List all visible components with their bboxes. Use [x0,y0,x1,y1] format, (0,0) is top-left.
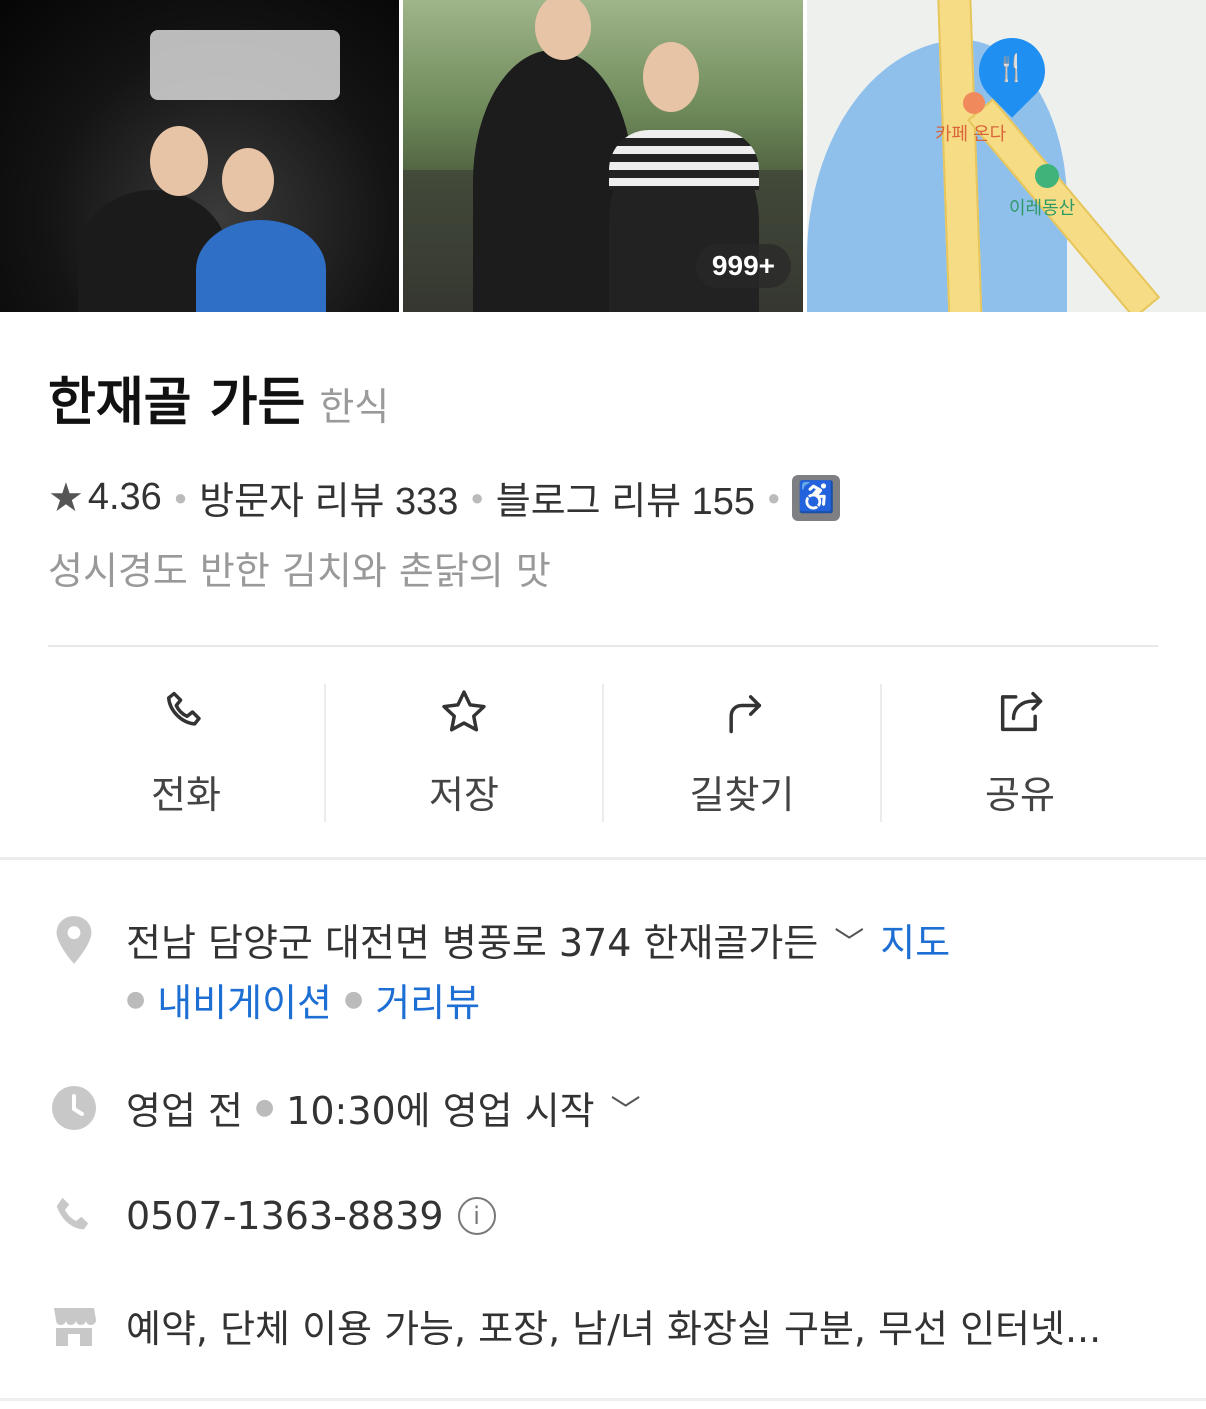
info-icon[interactable]: i [457,1197,496,1235]
place-name: 한재골 가든 [48,373,306,433]
directions-arrow-icon [729,695,762,734]
wheelchair-icon: ♿ [792,474,841,521]
place-category: 한식 [319,385,390,429]
blog-reviews-link[interactable]: 블로그 리뷰 155 [496,470,755,525]
phone-icon [166,691,201,726]
street-view-link[interactable]: 거리뷰 [375,972,480,1027]
separator-dot: ● [173,484,188,510]
person-4-head [643,42,699,112]
separator-dot: ● [344,987,364,1012]
star-icon: ★ [48,475,84,520]
directions-label: 길찾기 [689,773,795,817]
save-label: 저장 [429,773,499,817]
location-pin-icon [48,914,100,966]
photo-strip[interactable]: 999+ 카페 온다 이레동산 🍴 [0,0,1206,312]
photo-2[interactable]: 999+ [403,0,803,312]
share-label: 공유 [985,773,1055,817]
rating-value: 4.36 [87,476,162,518]
chevron-down-icon[interactable]: ﹀ [611,1086,641,1130]
separator-dot: ● [126,987,146,1012]
phone-number[interactable]: 0507-1363-8839 [126,1194,444,1238]
cafe-marker-icon [963,92,985,114]
map-thumbnail[interactable]: 카페 온다 이레동산 🍴 [807,0,1206,312]
call-label: 전화 [151,773,221,817]
tagline: 성시경도 반한 김치와 촌닭의 맛 [48,549,551,593]
hours-detail: 10:30에 영업 시작 [286,1089,595,1133]
star-outline-icon [442,690,486,732]
person-2 [196,220,326,312]
store-icon [48,1300,100,1352]
phone-icon [48,1190,100,1242]
hours-status: 영업 전 [126,1089,243,1133]
meta-row: ★ 4.36 ● 방문자 리뷰 333 ● 블로그 리뷰 155 ● ♿ [48,470,841,525]
address-text: 전남 담양군 대전면 병풍로 374 한재골가든 [126,921,819,965]
visitor-reviews-link[interactable]: 방문자 리뷰 333 [199,470,458,525]
person-2-head [222,148,274,212]
truck-shape [150,30,340,100]
action-bar: 전화 저장 길찾기 공유 [48,684,1158,822]
person-1-head [150,126,208,196]
person-3-head [535,0,591,60]
share-icon [1000,691,1043,732]
separator-dot: ● [767,484,781,510]
share-button[interactable]: 공유 [882,684,1158,822]
navigation-link[interactable]: 내비게이션 [157,972,332,1027]
save-button[interactable]: 저장 [326,684,604,822]
stripes-shape [609,130,759,190]
chevron-down-icon[interactable]: ﹀ [834,918,864,962]
bottom-divider [0,1398,1206,1401]
amenities-text: 예약, 단체 이용 가능, 포장, 남/녀 화장실 구분, 무선 인터넷... [126,1307,1102,1351]
park-marker-icon [1035,164,1059,188]
phone-row: 0507-1363-8839 i [48,1190,496,1242]
map-label-mountain: 이레동산 [1009,198,1076,218]
divider [48,645,1158,647]
separator-dot: ● [254,1095,275,1120]
map-link[interactable]: 지도 [880,912,950,967]
address-row: 전남 담양군 대전면 병풍로 374 한재골가든 ﹀ 지도 [48,912,950,967]
map-label-cafe: 카페 온다 [935,124,1007,144]
section-divider [0,857,1206,860]
photo-count-badge: 999+ [695,244,791,288]
hours-row[interactable]: 영업 전 ● 10:30에 영업 시작 ﹀ [48,1080,657,1135]
photo-1[interactable] [0,0,399,312]
amenities-row[interactable]: 예약, 단체 이용 가능, 포장, 남/녀 화장실 구분, 무선 인터넷... [48,1298,1101,1353]
address-links-row: ● 내비게이션 ● 거리뷰 [126,972,480,1027]
directions-button[interactable]: 길찾기 [604,684,882,822]
separator-dot: ● [470,484,484,510]
clock-icon [48,1082,100,1134]
title-row: 한재골 가든 한식 [48,360,389,435]
call-button[interactable]: 전화 [48,684,326,822]
